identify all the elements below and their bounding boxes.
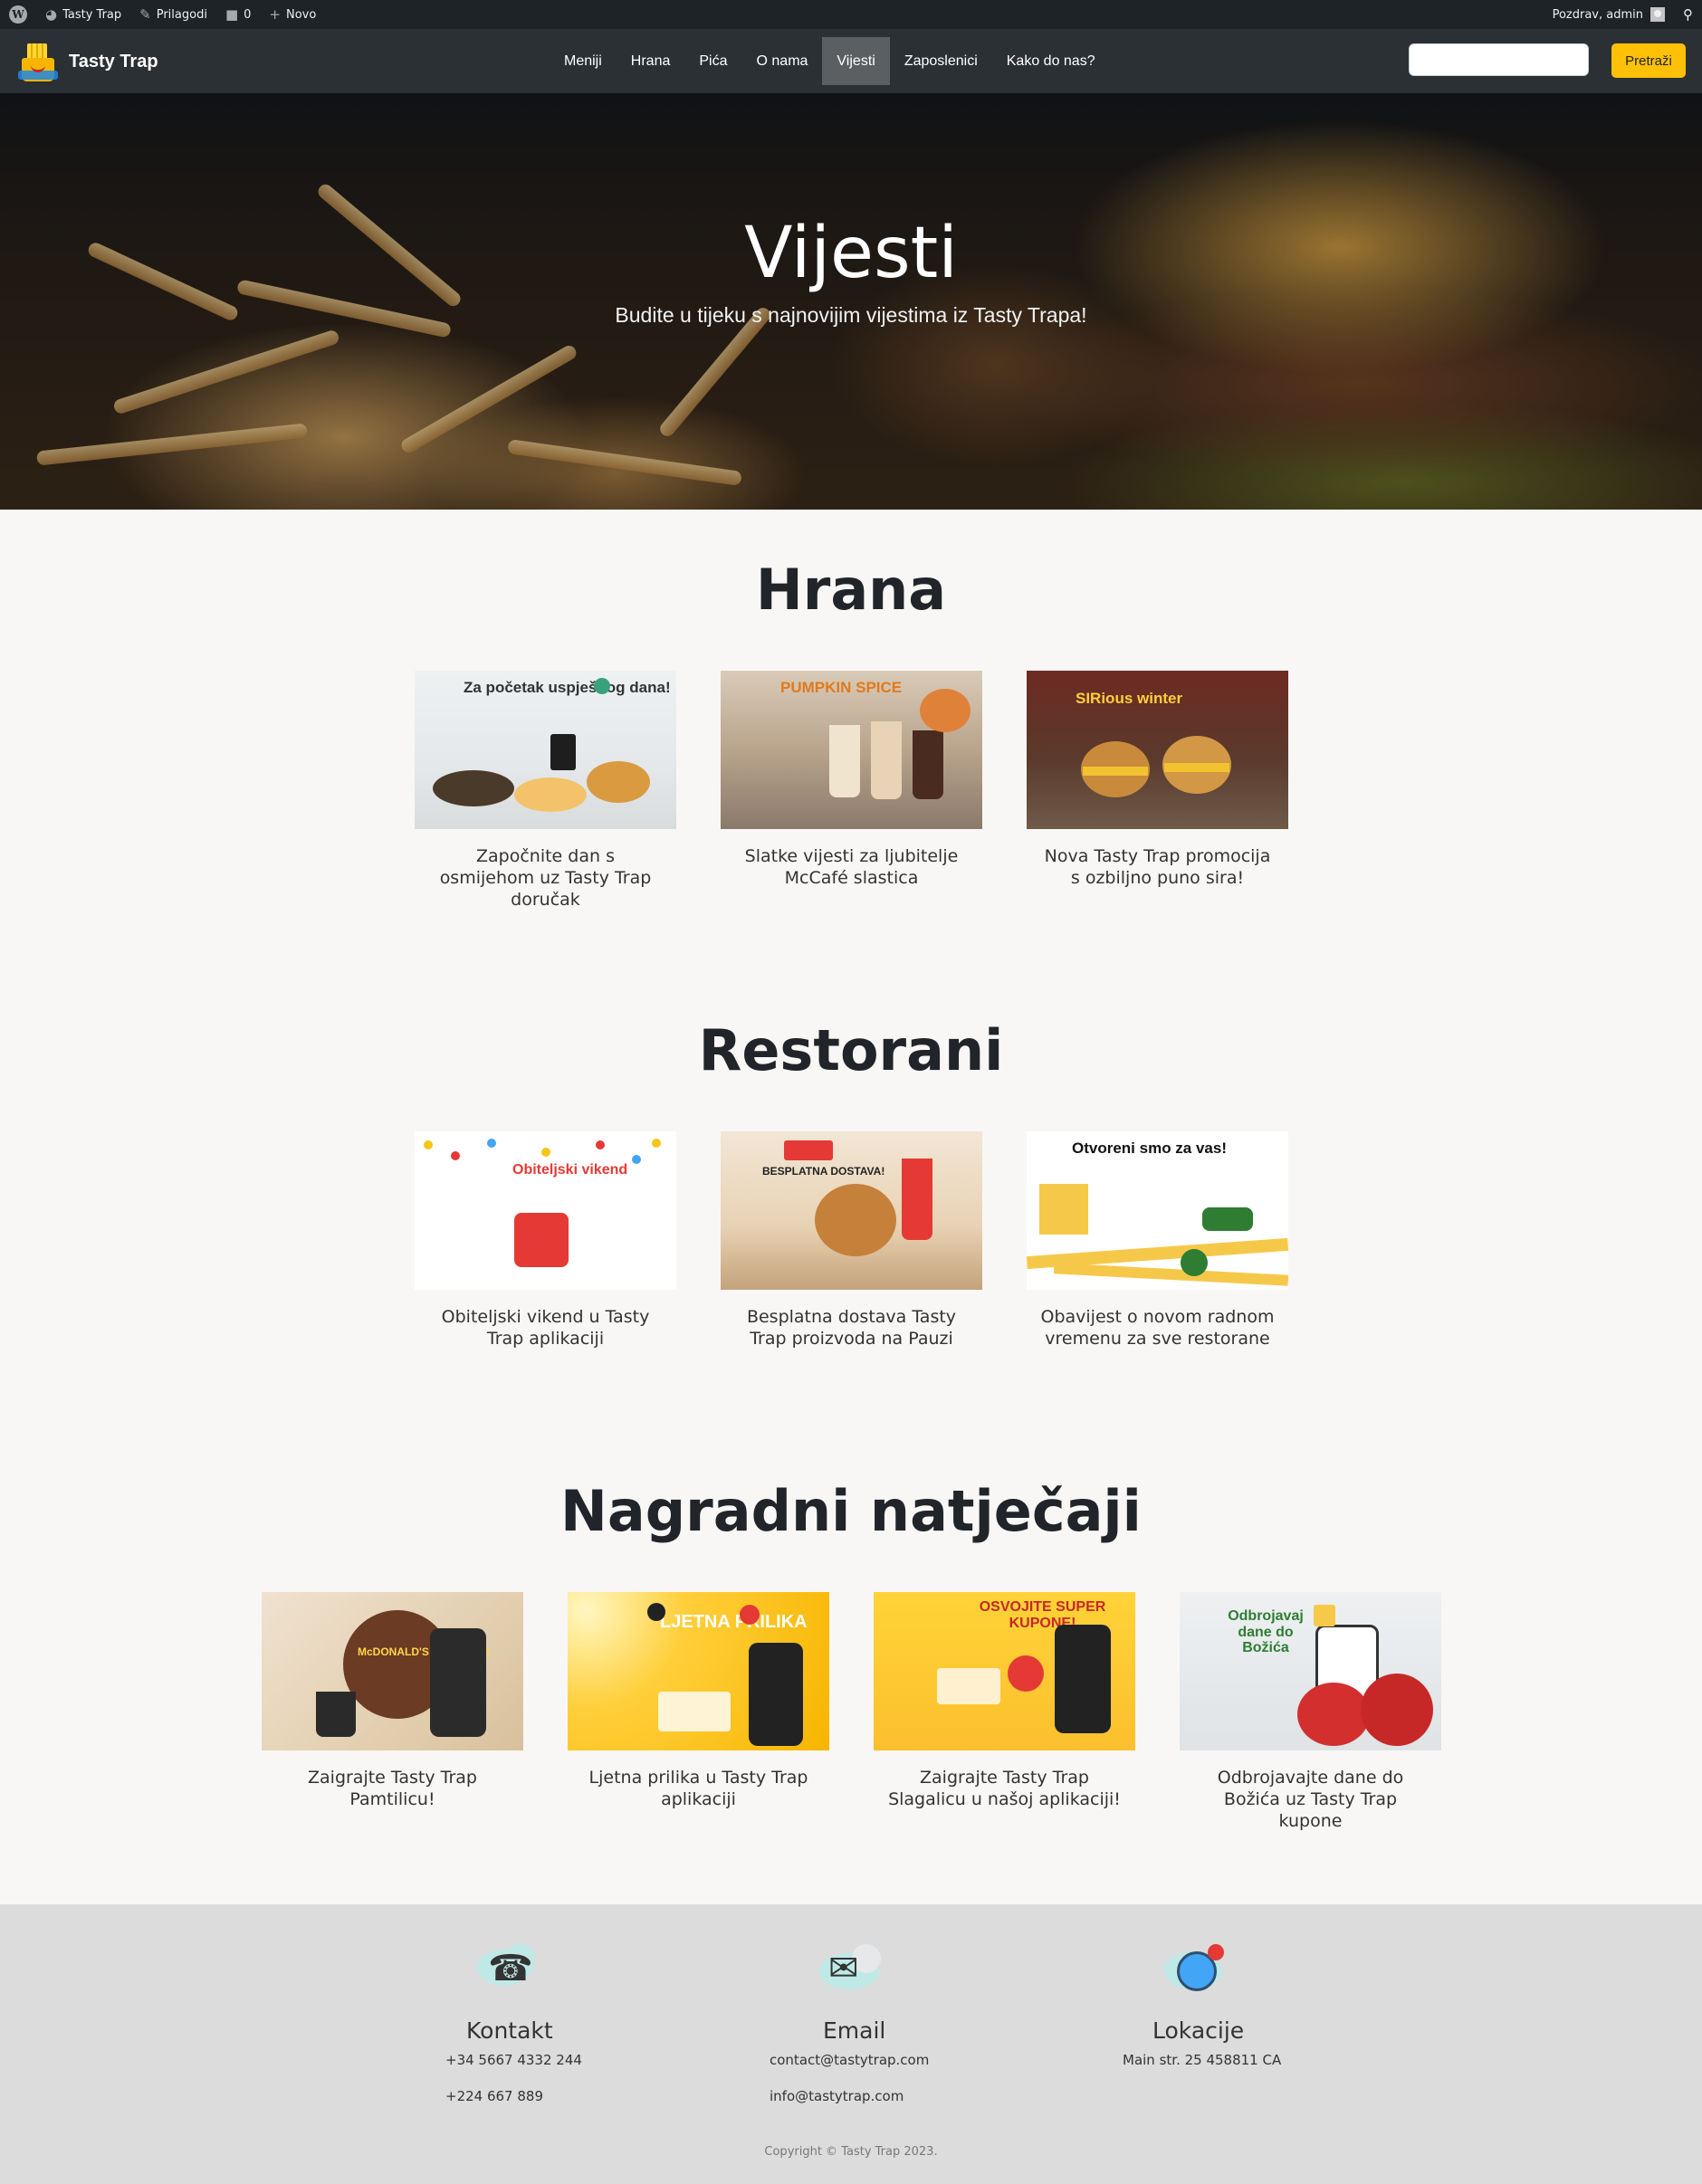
section-title-nagradni-natjecaji: Nagradni natječaji [560, 1478, 1142, 1544]
news-card[interactable]: McDONALD'S PAMTILICA Zaigrajte Tasty Tra… [262, 1592, 523, 1810]
search-icon: ⚲ [1683, 6, 1693, 23]
footer-email-1[interactable]: contact@tastytrap.com [770, 2052, 929, 2068]
footer-location-title: Lokacije [1152, 2017, 1245, 2044]
admin-greeting: Pozdrav, admin [1552, 7, 1643, 22]
admin-site-name: Tasty Trap [62, 7, 122, 22]
nav-link-zaposlenici[interactable]: Zaposlenici [890, 37, 992, 85]
nav-link-kako-do-nas[interactable]: Kako do nas? [992, 37, 1110, 85]
brand-name: Tasty Trap [69, 51, 158, 72]
globe-icon [1155, 1937, 1237, 2009]
footer-email-2[interactable]: info@tastytrap.com [770, 2088, 904, 2104]
news-card-image[interactable]: PUMPKIN SPICE [721, 671, 982, 829]
news-card-image[interactable]: Odbrojavaj dane do Božića [1180, 1592, 1441, 1750]
news-card-title: Besplatna dostava Tasty Trap proizvoda n… [746, 1307, 957, 1349]
news-card[interactable]: Obiteljski vikend Obiteljski vikend u Ta… [415, 1131, 676, 1350]
page-title: Vijesti [744, 213, 958, 294]
news-card-image[interactable]: BESPLATNA DOSTAVA! [721, 1131, 982, 1290]
admin-search-button[interactable]: ⚲ [1674, 0, 1702, 29]
search-button[interactable]: Pretraži [1611, 43, 1686, 78]
avatar [1650, 7, 1665, 22]
news-card-title: Započnite dan s osmijehom uz Tasty Trap … [439, 846, 652, 910]
footer-phone-1[interactable]: +34 5667 4332 244 [445, 2052, 582, 2068]
admin-new-label: Novo [285, 7, 317, 22]
news-card-title: Nova Tasty Trap promocija s ozbiljno pun… [1044, 846, 1271, 888]
news-card-title: Obiteljski vikend u Tasty Trap aplikacij… [441, 1307, 650, 1349]
envelope-icon: ✉ [810, 1937, 892, 2009]
brand-link[interactable]: Tasty Trap [18, 40, 158, 83]
nav-link-o-nama[interactable]: O nama [742, 37, 823, 85]
news-card-image[interactable]: Obiteljski vikend [415, 1131, 676, 1290]
plus-icon: + [269, 6, 281, 23]
news-card-image[interactable]: McDONALD'S PAMTILICA [262, 1592, 523, 1750]
news-card[interactable]: Otvoreni smo za vas! Obavijest o novom r… [1027, 1131, 1288, 1350]
news-card-title: Ljetna prilika u Tasty Trap aplikaciji [588, 1768, 808, 1809]
nav-links: Meniji Hrana Pića O nama Vijesti Zaposle… [550, 37, 1110, 85]
news-card-title: Zaigrajte Tasty Trap Pamtilicu! [308, 1768, 477, 1809]
news-card-title: Odbrojavajte dane do Božića uz Tasty Tra… [1217, 1768, 1404, 1831]
brand-logo-icon [18, 40, 58, 83]
nav-link-hrana[interactable]: Hrana [617, 37, 685, 85]
hero-banner: Vijesti Budite u tijeku s najnovijim vij… [0, 93, 1702, 510]
footer-email-title: Email [823, 2017, 886, 2044]
news-card[interactable]: OSVOJITE SUPER KUPONE! Zaigrajte Tasty T… [874, 1592, 1135, 1810]
news-card[interactable]: PUMPKIN SPICE Slatke vijesti za ljubitel… [721, 671, 982, 889]
news-card[interactable]: SIRious winter Nova Tasty Trap promocija… [1027, 671, 1288, 889]
section-title-hrana: Hrana [755, 557, 947, 623]
news-card-image[interactable]: Za početak uspješnog dana! [415, 671, 676, 829]
footer: ☎ Kontakt +34 5667 4332 244 +224 667 889… [0, 1904, 1702, 2184]
news-card-image[interactable]: OSVOJITE SUPER KUPONE! [874, 1592, 1135, 1750]
copyright: Copyright © Tasty Trap 2023. [764, 2145, 938, 2159]
admin-new-link[interactable]: + Novo [260, 0, 325, 29]
admin-customize-label: Prilagodi [156, 7, 207, 22]
nav-link-vijesti[interactable]: Vijesti [822, 37, 890, 85]
news-card[interactable]: BESPLATNA DOSTAVA! Besplatna dostava Tas… [721, 1131, 982, 1350]
news-card-image[interactable]: SIRious winter [1027, 671, 1288, 829]
news-card-title: Zaigrajte Tasty Trap Slagalicu u našoj a… [888, 1768, 1121, 1809]
news-card[interactable]: Za početak uspješnog dana! Započnite dan… [415, 671, 676, 911]
news-card-title: Obavijest o novom radnom vremenu za sve … [1040, 1307, 1275, 1349]
nav-link-meniji[interactable]: Meniji [550, 37, 617, 85]
footer-phone-2[interactable]: +224 667 889 [445, 2088, 543, 2104]
wordpress-logo-button[interactable]: W [0, 0, 36, 29]
dashboard-icon: ◕ [45, 6, 58, 23]
news-card-image[interactable]: LJETNA PRILIKA [568, 1592, 829, 1750]
comment-icon: ■ [225, 6, 239, 23]
section-title-restorani: Restorani [698, 1017, 1004, 1083]
brush-icon: ✎ [139, 6, 151, 23]
news-card-title: Slatke vijesti za ljubitelje McCafé slas… [744, 846, 959, 888]
main-navbar: Tasty Trap Meniji Hrana Pića O nama Vije… [0, 29, 1702, 93]
admin-account-menu[interactable]: Pozdrav, admin [1544, 0, 1674, 29]
footer-address: Main str. 25 458811 CA [1123, 2052, 1282, 2068]
nav-link-pica[interactable]: Pića [684, 37, 741, 85]
news-card[interactable]: LJETNA PRILIKA Ljetna prilika u Tasty Tr… [568, 1592, 829, 1810]
admin-site-name-link[interactable]: ◕ Tasty Trap [36, 0, 130, 29]
admin-customize-link[interactable]: ✎ Prilagodi [130, 0, 216, 29]
phone-icon: ☎ [464, 1937, 546, 2009]
news-card[interactable]: Odbrojavaj dane do Božića Odbrojavajte d… [1180, 1592, 1441, 1832]
footer-contact-title: Kontakt [466, 2017, 553, 2044]
wordpress-icon: W [9, 5, 27, 24]
search-input[interactable] [1409, 43, 1589, 76]
news-card-image[interactable]: Otvoreni smo za vas! [1027, 1131, 1288, 1290]
admin-comments-link[interactable]: ■ 0 [216, 0, 260, 29]
admin-bar: W ◕ Tasty Trap ✎ Prilagodi ■ 0 + Novo Po… [0, 0, 1702, 29]
admin-comments-count: 0 [244, 7, 252, 22]
page-subtitle: Budite u tijeku s najnovijim vijestima i… [615, 303, 1087, 327]
